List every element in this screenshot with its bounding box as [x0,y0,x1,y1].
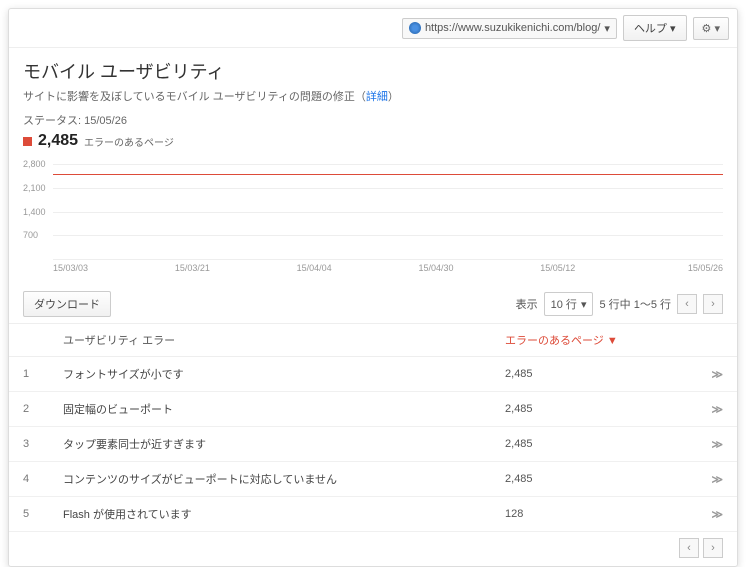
table-row[interactable]: 4 コンテンツのサイズがビューポートに対応していません 2,485 ≫ [9,462,737,497]
row-index: 5 [9,497,49,532]
table-row[interactable]: 2 固定幅のビューポート 2,485 ≫ [9,392,737,427]
error-number: 2,485 [38,132,78,150]
error-name: コンテンツのサイズがビューポートに対応していません [49,462,491,497]
rows-select[interactable]: 10 行▾ [544,292,594,316]
error-value: 2,485 [491,392,697,427]
x-tick: 15/04/04 [297,263,419,273]
status-text: ステータス: 15/05/26 [23,112,723,128]
error-name: フォントサイズが小です [49,357,491,392]
col-error[interactable]: ユーザビリティ エラー [49,324,491,357]
chevron-right-icon: ≫ [697,392,737,427]
error-value: 2,485 [491,427,697,462]
settings-button[interactable]: ⚙ ▾ [693,17,729,40]
url-text: https://www.suzukikenichi.com/blog/ [425,22,600,34]
error-value: 2,485 [491,357,697,392]
error-name: Flash が使用されています [49,497,491,532]
next-page-button[interactable]: › [703,538,723,558]
details-link[interactable]: 詳細 [366,91,388,103]
y-tick: 700 [23,230,38,240]
topbar: https://www.suzukikenichi.com/blog/ ▾ ヘル… [9,9,737,48]
y-tick: 2,100 [23,183,46,193]
error-color-swatch [23,137,32,146]
x-axis: 15/03/03 15/03/21 15/04/04 15/04/30 15/0… [23,263,723,273]
error-label: エラーのあるページ [84,134,174,149]
chevron-down-icon: ▾ [714,23,720,35]
errors-table: ユーザビリティ エラー エラーのあるページ ▼ 1 フォントサイズが小です 2,… [9,323,737,532]
help-button[interactable]: ヘルプ ▾ [623,15,687,41]
error-count: 2,485 エラーのあるページ [23,132,723,150]
x-tick: 15/05/26 [662,263,723,273]
show-label: 表示 [516,296,538,312]
chart-line [53,174,723,175]
globe-icon [409,22,421,34]
x-tick: 15/03/03 [53,263,175,273]
chevron-down-icon: ▾ [670,23,676,35]
x-tick: 15/04/30 [418,263,540,273]
error-value: 2,485 [491,462,697,497]
table-row[interactable]: 3 タップ要素同士が近すぎます 2,485 ≫ [9,427,737,462]
prev-page-button[interactable]: ‹ [679,538,699,558]
chevron-right-icon: ≫ [697,427,737,462]
page-title: モバイル ユーザビリティ [23,58,723,84]
prev-page-button[interactable]: ‹ [677,294,697,314]
chevron-right-icon: ≫ [697,357,737,392]
row-index: 4 [9,462,49,497]
x-tick: 15/05/12 [540,263,662,273]
error-name: 固定幅のビューポート [49,392,491,427]
table-row[interactable]: 1 フォントサイズが小です 2,485 ≫ [9,357,737,392]
chart: 2,800 2,100 1,400 700 [23,164,723,259]
download-button[interactable]: ダウンロード [23,291,111,317]
x-tick: 15/03/21 [175,263,297,273]
chevron-right-icon: ≫ [697,462,737,497]
next-page-button[interactable]: › [703,294,723,314]
row-index: 3 [9,427,49,462]
range-text: 5 行中 1〜5 行 [599,296,671,312]
gear-icon: ⚙ [702,23,712,35]
y-tick: 2,800 [23,159,46,169]
chevron-right-icon: ≫ [697,497,737,532]
row-index: 1 [9,357,49,392]
row-index: 2 [9,392,49,427]
url-selector[interactable]: https://www.suzukikenichi.com/blog/ ▾ [402,18,617,39]
table-row[interactable]: 5 Flash が使用されています 128 ≫ [9,497,737,532]
error-value: 128 [491,497,697,532]
chevron-down-icon: ▾ [604,22,610,35]
error-name: タップ要素同士が近すぎます [49,427,491,462]
col-pages[interactable]: エラーのあるページ ▼ [491,324,697,357]
chevron-down-icon: ▾ [581,298,587,311]
y-tick: 1,400 [23,207,46,217]
page-subtitle: サイトに影響を及ぼしているモバイル ユーザビリティの問題の修正（詳細） [23,88,723,104]
